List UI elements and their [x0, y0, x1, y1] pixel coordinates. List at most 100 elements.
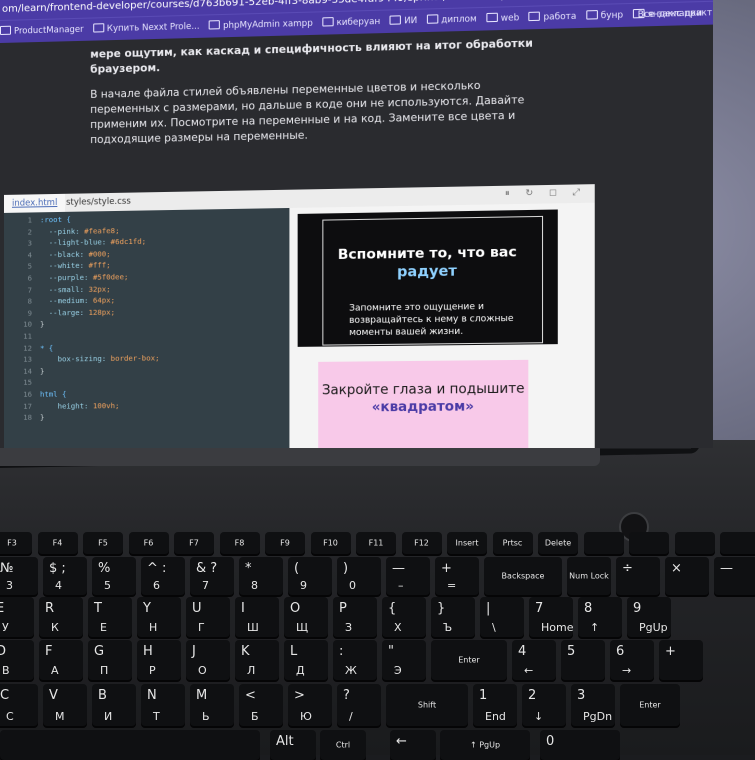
key[interactable]: JО — [186, 640, 230, 680]
key[interactable]: × — [665, 557, 709, 595]
tab-index-html[interactable]: index.html — [4, 194, 65, 213]
bookmark-item[interactable]: web — [486, 7, 519, 30]
key[interactable]: | \ — [480, 597, 524, 637]
key[interactable]: > Ю — [288, 684, 332, 726]
key[interactable]: DВ — [0, 640, 34, 680]
key[interactable]: Enter — [620, 684, 680, 726]
key[interactable]: TЕ — [88, 597, 132, 637]
key[interactable]: Delete — [538, 532, 578, 554]
key-label: № — [0, 561, 14, 576]
key[interactable]: Ctrl — [320, 730, 366, 760]
preview-toolbar[interactable]: ⏸ ↻ ◻ ⤢ — [505, 187, 586, 199]
folder-icon — [486, 13, 498, 23]
bookmark-item[interactable]: киберуан — [322, 11, 380, 35]
key[interactable]: № 3 — [0, 557, 38, 595]
key[interactable]: KЛ — [235, 640, 279, 680]
key[interactable]: 3 PgDn — [571, 684, 615, 726]
key[interactable]: F12 — [402, 532, 442, 554]
bookmark-item[interactable]: работа — [529, 5, 577, 29]
key[interactable]: ? / — [337, 684, 381, 726]
key[interactable]: F11 — [356, 532, 396, 554]
key[interactable]: — – — [386, 557, 430, 595]
key-label: < — [245, 688, 256, 703]
key[interactable]: 1 End — [473, 684, 517, 726]
key[interactable]: (9 — [288, 557, 332, 595]
key[interactable]: F4 — [38, 532, 78, 554]
key[interactable]: " Э — [382, 640, 426, 680]
key[interactable]: Num Lock — [567, 557, 611, 595]
key[interactable]: F3 — [0, 532, 32, 554]
key[interactable]: MЬ — [190, 684, 234, 726]
key[interactable]: GП — [88, 640, 132, 680]
key[interactable]: F6 — [129, 532, 169, 554]
key[interactable] — [720, 532, 755, 554]
code-line[interactable]: 18} — [4, 410, 289, 424]
key[interactable]: 2 ↓ — [522, 684, 566, 726]
bookmark-item[interactable]: phpMyAdmin xampp — [209, 13, 313, 38]
tab-style-css[interactable]: styles/style.css — [58, 192, 139, 212]
preview-pane: Вспомните то, что вас радует Запомните эт… — [289, 203, 594, 451]
key[interactable] — [584, 532, 624, 554]
key[interactable]: F5 — [83, 532, 123, 554]
key[interactable]: CС — [0, 684, 38, 726]
key[interactable]: PЗ — [333, 597, 377, 637]
key[interactable]: HР — [137, 640, 181, 680]
key[interactable] — [629, 532, 669, 554]
key[interactable]: ← — [390, 730, 436, 760]
key[interactable]: UГ — [186, 597, 230, 637]
key[interactable]: FА — [39, 640, 83, 680]
bookmark-item[interactable]: Купить Nexxt Prole... — [93, 16, 200, 41]
key[interactable]: 5 — [561, 640, 605, 680]
key[interactable]: :Ж — [333, 640, 377, 680]
key[interactable]: % 5 — [92, 557, 136, 595]
key[interactable]: Prtsc — [493, 532, 533, 554]
bookmark-item[interactable]: ИИ — [390, 10, 418, 33]
code-editor[interactable]: 1:root {2 --pink: #feafe8; 3 --light-blue… — [4, 208, 289, 452]
key[interactable] — [0, 730, 260, 760]
key[interactable]: 0 — [540, 730, 620, 760]
key[interactable]: 9 PgUp — [627, 597, 671, 637]
key[interactable]: Alt — [270, 730, 316, 760]
key[interactable]: Backspace — [484, 557, 562, 595]
key[interactable]: $ ; 4 — [43, 557, 87, 595]
key[interactable]: F7 — [174, 532, 214, 554]
key[interactable]: ^ : 6 — [141, 557, 185, 595]
key[interactable]: & ? 7 — [190, 557, 234, 595]
key[interactable]: RК — [39, 597, 83, 637]
key[interactable]: Shift — [386, 684, 468, 726]
key[interactable]: 8 ↑ — [578, 597, 622, 637]
key-sublabel: PgUp — [639, 621, 668, 634]
key[interactable]: 6 → — [610, 640, 654, 680]
key[interactable]: {Х — [382, 597, 426, 637]
laptop-screen: om/learn/frontend-developer/courses/d763… — [0, 0, 713, 452]
key[interactable]: F8 — [220, 532, 260, 554]
key[interactable]: IШ — [235, 597, 279, 637]
key[interactable]: VМ — [43, 684, 87, 726]
key[interactable]: EУ — [0, 597, 34, 637]
key[interactable]: LД — [284, 640, 328, 680]
key[interactable]: Insert — [447, 532, 487, 554]
key[interactable]: + — [659, 640, 703, 680]
key[interactable]: Enter — [431, 640, 507, 680]
bookmark-item[interactable]: диплом — [427, 8, 477, 32]
key[interactable]: 4 ← — [512, 640, 556, 680]
key[interactable]: ↑ PgUp — [440, 730, 530, 760]
key[interactable]: F10 — [311, 532, 351, 554]
all-bookmarks[interactable]: Все закладки — [638, 2, 702, 26]
key[interactable]: } Ъ — [431, 597, 475, 637]
key[interactable]: YН — [137, 597, 181, 637]
bookmark-item[interactable]: бунр — [586, 4, 623, 28]
key[interactable]: ) 0 — [337, 557, 381, 595]
key[interactable]: * 8 — [239, 557, 283, 595]
key[interactable]: BИ — [92, 684, 136, 726]
key[interactable] — [675, 532, 715, 554]
key[interactable]: + = — [435, 557, 479, 595]
key[interactable]: — — [714, 557, 755, 595]
key[interactable]: OЩ — [284, 597, 328, 637]
key[interactable]: < Б — [239, 684, 283, 726]
key[interactable]: 7 Home — [529, 597, 573, 637]
key[interactable]: F9 — [265, 532, 305, 554]
bookmark-item[interactable]: ProductManager — [0, 19, 84, 43]
key[interactable]: NТ — [141, 684, 185, 726]
key[interactable]: ÷ — [616, 557, 660, 595]
